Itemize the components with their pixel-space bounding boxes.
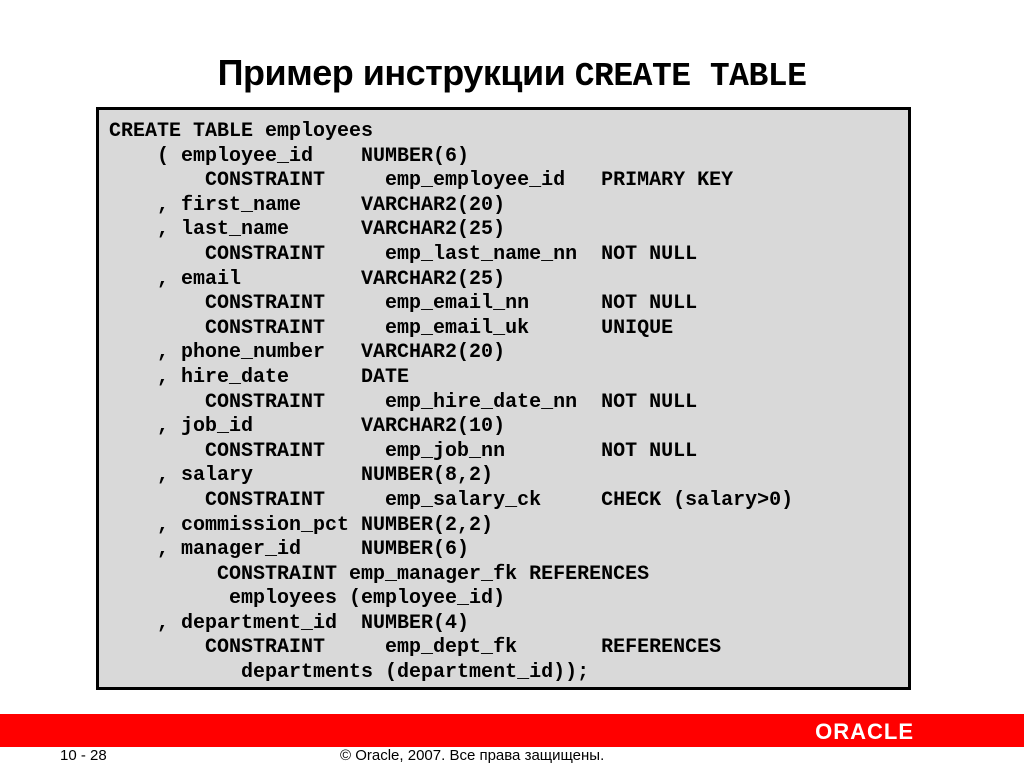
code-line: , manager_id NUMBER(6) bbox=[109, 538, 470, 562]
sql-code: CREATE TABLE employees ( employee_id NUM… bbox=[109, 120, 793, 686]
code-line: , job_id VARCHAR2(10) bbox=[109, 415, 506, 439]
code-box: CREATE TABLE employees ( employee_id NUM… bbox=[96, 107, 911, 690]
code-line: CONSTRAINT emp_job_nn NOT NULL bbox=[109, 439, 698, 463]
code-line: CONSTRAINT emp_dept_fk REFERENCES bbox=[109, 636, 722, 660]
slide-title-code: CREATE TABLE bbox=[574, 58, 807, 95]
code-line: , email VARCHAR2(25) bbox=[109, 267, 506, 291]
code-line: , commission_pct NUMBER(2,2) bbox=[109, 513, 494, 537]
code-line: , phone_number VARCHAR2(20) bbox=[109, 341, 506, 365]
copyright-text: © Oracle, 2007. Все права защищены. bbox=[340, 747, 605, 764]
code-line: ( employee_id NUMBER(6) bbox=[109, 144, 470, 168]
code-line: , hire_date DATE bbox=[109, 365, 410, 389]
slide-title: Пример инструкции CREATE TABLE bbox=[0, 52, 1024, 95]
code-line: , salary NUMBER(8,2) bbox=[109, 464, 494, 488]
code-line: CONSTRAINT emp_salary_ck CHECK (salary>0… bbox=[109, 488, 794, 512]
code-line: CONSTRAINT emp_last_name_nn NOT NULL bbox=[109, 242, 698, 266]
code-line: CONSTRAINT emp_employee_id PRIMARY KEY bbox=[109, 169, 734, 193]
slide-title-text: Пример инструкции bbox=[217, 52, 575, 93]
code-line: CREATE TABLE employees bbox=[109, 120, 374, 143]
code-line: employees (employee_id) bbox=[109, 587, 506, 611]
code-line: CONSTRAINT emp_email_nn NOT NULL bbox=[109, 292, 698, 316]
code-line: CONSTRAINT emp_email_uk UNIQUE bbox=[109, 316, 674, 340]
code-line: , first_name VARCHAR2(20) bbox=[109, 193, 506, 217]
code-line: , department_id NUMBER(4) bbox=[109, 611, 470, 635]
code-line: CONSTRAINT emp_hire_date_nn NOT NULL bbox=[109, 390, 698, 414]
footer: 10 - 28 © Oracle, 2007. Все права защище… bbox=[0, 747, 1024, 767]
code-line: departments (department_id)); bbox=[109, 661, 590, 685]
page-number: 10 - 28 bbox=[60, 747, 107, 764]
code-line: CONSTRAINT emp_manager_fk REFERENCES bbox=[109, 562, 650, 586]
code-line: , last_name VARCHAR2(25) bbox=[109, 218, 506, 242]
oracle-logo: ORACLE bbox=[815, 719, 914, 744]
